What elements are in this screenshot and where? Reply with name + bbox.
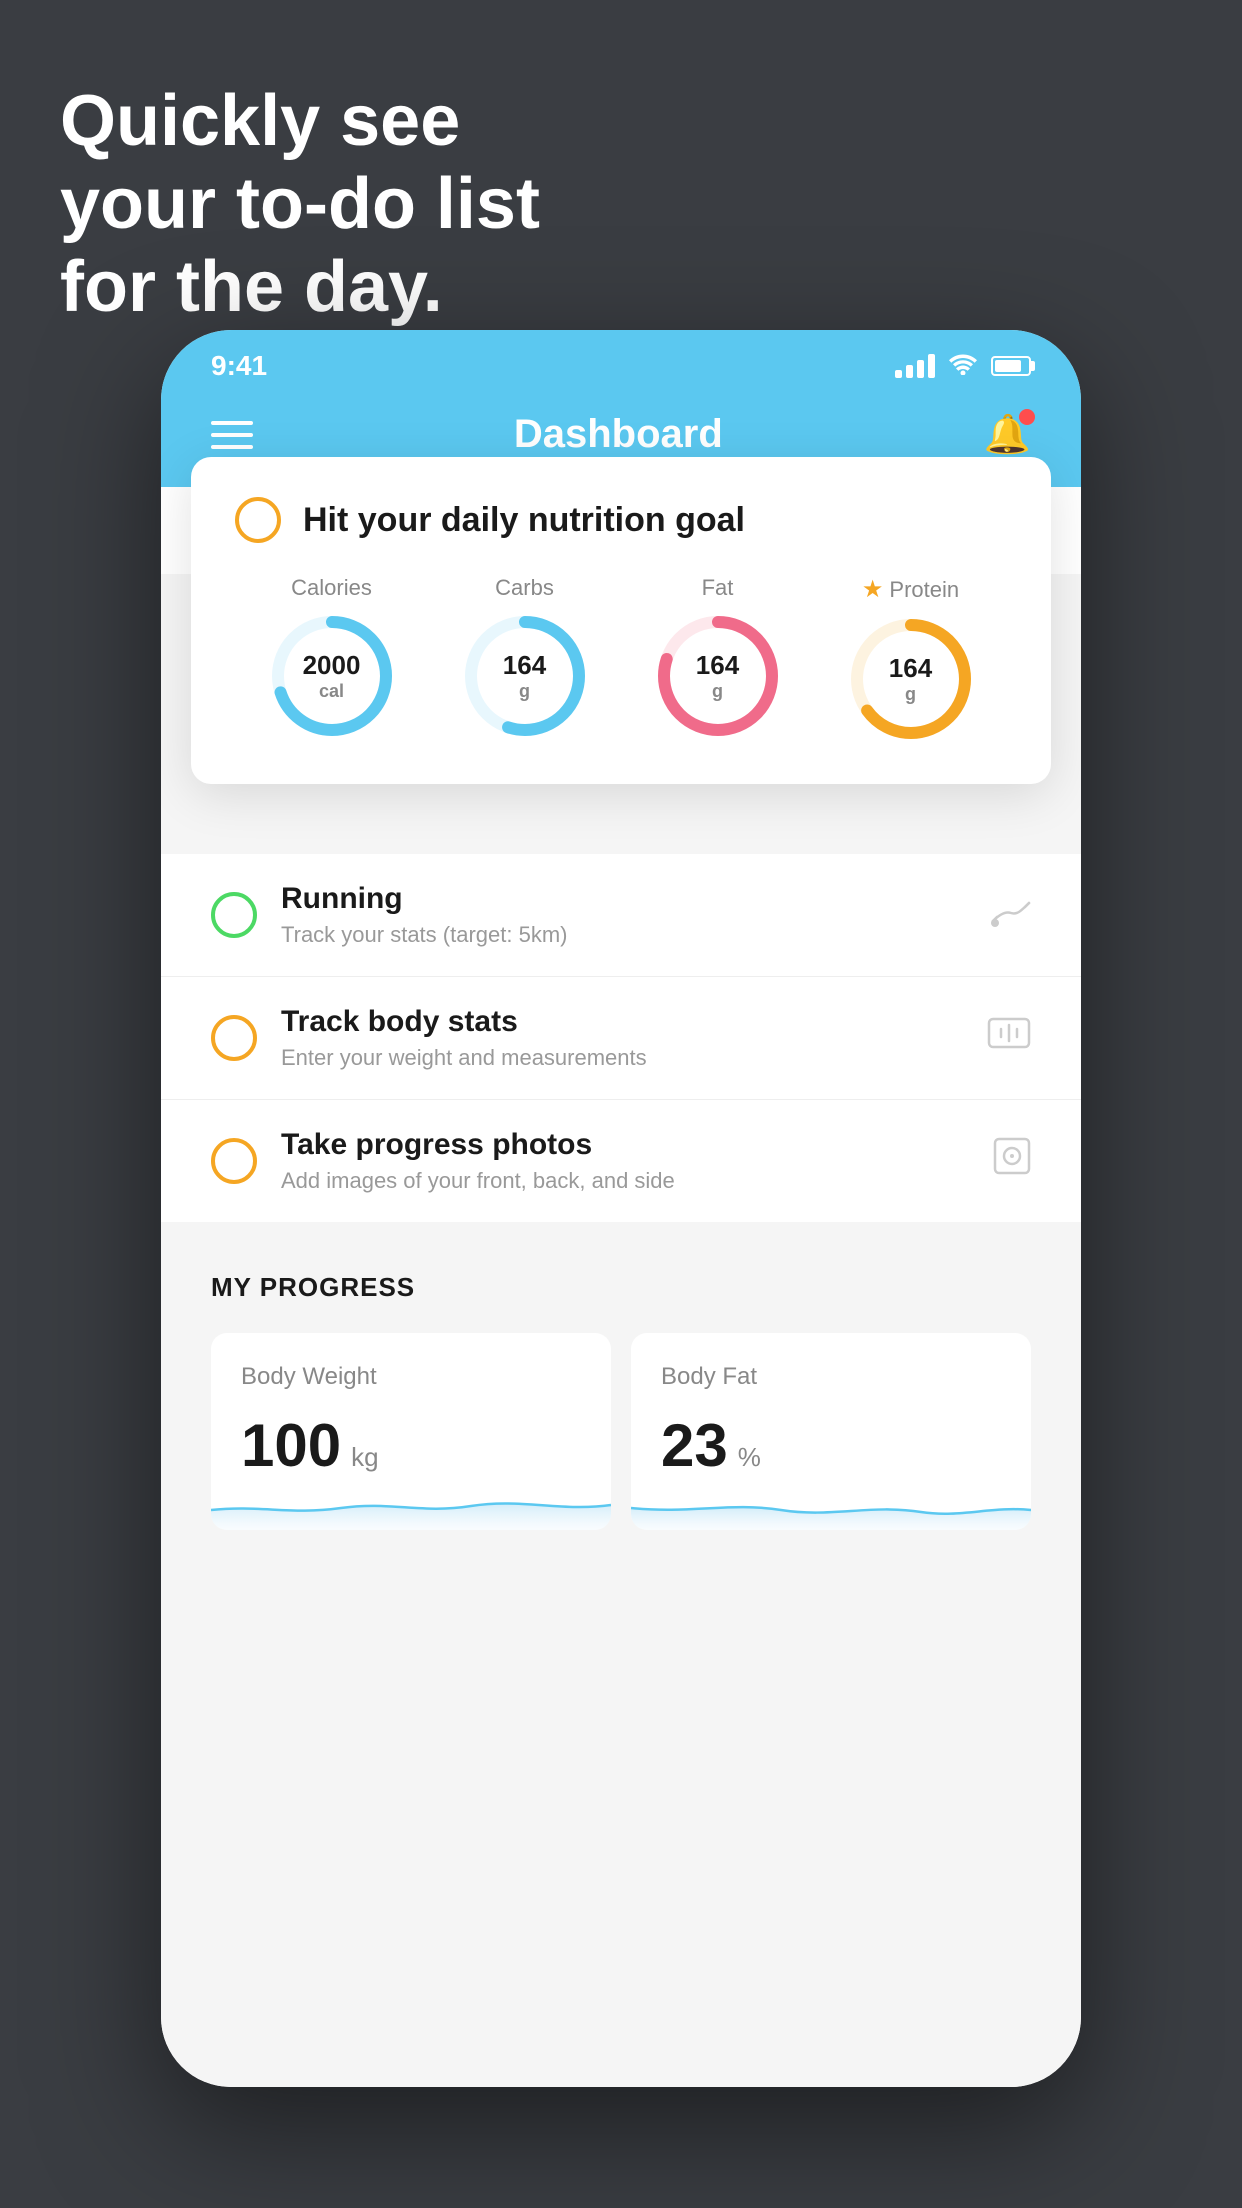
wifi-icon bbox=[949, 351, 977, 382]
running-radio[interactable] bbox=[211, 892, 257, 938]
signal-icon bbox=[895, 354, 935, 378]
protein-label: Protein bbox=[889, 577, 959, 603]
star-icon: ★ bbox=[862, 575, 884, 604]
nutrition-carbs: Carbs 164 g bbox=[460, 575, 590, 741]
body-stats-icon bbox=[987, 1015, 1031, 1061]
body-stats-subtitle: Enter your weight and measurements bbox=[281, 1045, 963, 1071]
calories-donut: 2000 cal bbox=[267, 611, 397, 741]
body-weight-unit: kg bbox=[351, 1442, 378, 1473]
status-right bbox=[895, 351, 1031, 382]
hero-line3: for the day. bbox=[60, 246, 540, 329]
carbs-donut: 164 g bbox=[460, 611, 590, 741]
status-time: 9:41 bbox=[211, 350, 267, 382]
body-stats-radio[interactable] bbox=[211, 1015, 257, 1061]
protein-value: 164 g bbox=[889, 653, 932, 705]
status-bar: 9:41 bbox=[161, 330, 1081, 392]
body-stats-text: Track body stats Enter your weight and m… bbox=[281, 1005, 963, 1071]
phone-content: THINGS TO DO TODAY Hit your daily nutrit… bbox=[161, 487, 1081, 2087]
progress-cards: Body Weight 100 kg bbox=[211, 1333, 1031, 1530]
protein-label-row: ★ Protein bbox=[862, 575, 959, 604]
battery-icon bbox=[991, 356, 1031, 376]
notification-bell[interactable]: 🔔 bbox=[984, 413, 1031, 457]
carbs-value: 164 g bbox=[503, 650, 546, 702]
nav-title: Dashboard bbox=[514, 412, 723, 457]
nutrition-fat: Fat 164 g bbox=[653, 575, 783, 741]
nutrition-protein: ★ Protein 164 g bbox=[846, 575, 976, 744]
body-weight-label: Body Weight bbox=[241, 1363, 581, 1391]
hamburger-menu[interactable] bbox=[211, 421, 253, 449]
phone-frame: 9:41 bbox=[161, 330, 1081, 2087]
fat-label: Fat bbox=[702, 575, 734, 601]
nutrition-radio[interactable] bbox=[235, 497, 281, 543]
list-item-body-stats[interactable]: Track body stats Enter your weight and m… bbox=[161, 977, 1081, 1100]
fat-donut: 164 g bbox=[653, 611, 783, 741]
running-title: Running bbox=[281, 882, 967, 916]
list-item-progress-photos[interactable]: Take progress photos Add images of your … bbox=[161, 1100, 1081, 1222]
progress-photos-text: Take progress photos Add images of your … bbox=[281, 1128, 969, 1194]
progress-photos-title: Take progress photos bbox=[281, 1128, 969, 1162]
todo-list: Running Track your stats (target: 5km) bbox=[161, 854, 1081, 1222]
body-weight-chart bbox=[211, 1470, 611, 1530]
progress-header: MY PROGRESS bbox=[211, 1272, 1031, 1303]
hero-line2: your to-do list bbox=[60, 163, 540, 246]
notification-badge bbox=[1019, 409, 1035, 425]
card-title-row: Hit your daily nutrition goal bbox=[235, 497, 1007, 543]
progress-photos-radio[interactable] bbox=[211, 1138, 257, 1184]
body-fat-label: Body Fat bbox=[661, 1363, 1001, 1391]
phone-mockup: 9:41 bbox=[161, 330, 1081, 2087]
body-fat-unit: % bbox=[738, 1442, 761, 1473]
progress-photos-subtitle: Add images of your front, back, and side bbox=[281, 1168, 969, 1194]
fat-value: 164 g bbox=[696, 650, 739, 702]
hero-text: Quickly see your to-do list for the day. bbox=[60, 80, 540, 328]
body-fat-chart bbox=[631, 1470, 1031, 1530]
calories-label: Calories bbox=[291, 575, 372, 601]
calories-value: 2000 cal bbox=[303, 650, 361, 702]
progress-photos-icon bbox=[993, 1137, 1031, 1185]
running-icon bbox=[991, 893, 1031, 937]
nutrition-card-title: Hit your daily nutrition goal bbox=[303, 501, 745, 540]
running-text: Running Track your stats (target: 5km) bbox=[281, 882, 967, 948]
progress-section: MY PROGRESS Body Weight 100 kg bbox=[161, 1222, 1081, 1560]
carbs-label: Carbs bbox=[495, 575, 554, 601]
protein-donut: 164 g bbox=[846, 614, 976, 744]
running-subtitle: Track your stats (target: 5km) bbox=[281, 922, 967, 948]
body-weight-card: Body Weight 100 kg bbox=[211, 1333, 611, 1530]
nutrition-circles: Calories 2000 cal bbox=[235, 575, 1007, 744]
hero-line1: Quickly see bbox=[60, 80, 540, 163]
list-item-running[interactable]: Running Track your stats (target: 5km) bbox=[161, 854, 1081, 977]
body-stats-title: Track body stats bbox=[281, 1005, 963, 1039]
nutrition-calories: Calories 2000 cal bbox=[267, 575, 397, 741]
nutrition-card: Hit your daily nutrition goal Calories bbox=[191, 457, 1051, 784]
body-fat-card: Body Fat 23 % bbox=[631, 1333, 1031, 1530]
